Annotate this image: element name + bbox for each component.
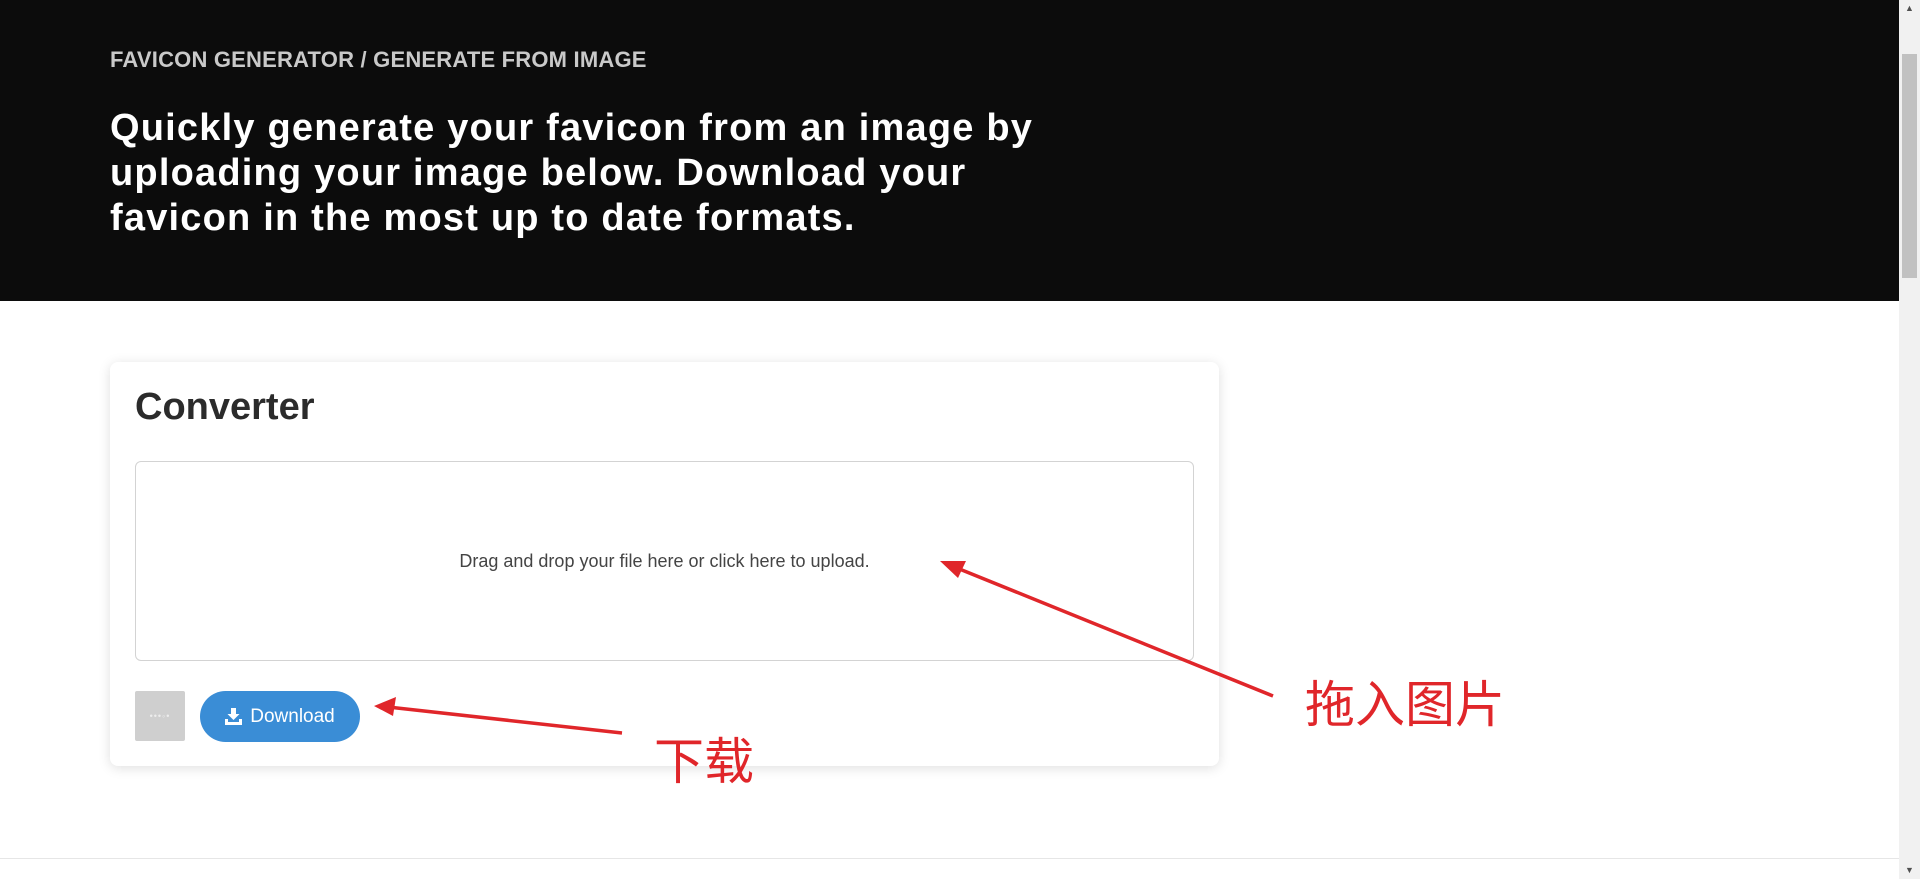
image-placeholder-icon: •••◦•	[135, 691, 185, 741]
scrollbar-thumb[interactable]	[1902, 54, 1917, 278]
page-header: FAVICON GENERATOR / GENERATE FROM IMAGE …	[0, 0, 1899, 301]
dropzone-text: Drag and drop your file here or click he…	[459, 550, 870, 571]
vertical-scrollbar[interactable]: ▲ ▼	[1899, 0, 1920, 879]
converter-card: Converter Drag and drop your file here o…	[110, 362, 1219, 766]
annotation-download-label: 下载	[654, 733, 754, 791]
download-button[interactable]: Download	[200, 691, 360, 742]
download-label: Download	[250, 705, 335, 727]
page-headline: Quickly generate your favicon from an im…	[110, 107, 1034, 239]
breadcrumb: FAVICON GENERATOR / GENERATE FROM IMAGE	[110, 47, 647, 72]
scroll-down-arrow-icon[interactable]: ▼	[1899, 862, 1920, 879]
download-icon	[225, 708, 243, 725]
converter-title: Converter	[135, 386, 315, 428]
annotation-upload-label: 拖入图片	[1305, 676, 1505, 734]
scroll-up-arrow-icon[interactable]: ▲	[1899, 0, 1920, 17]
file-dropzone[interactable]: Drag and drop your file here or click he…	[135, 461, 1194, 661]
footer-divider	[0, 858, 1899, 859]
